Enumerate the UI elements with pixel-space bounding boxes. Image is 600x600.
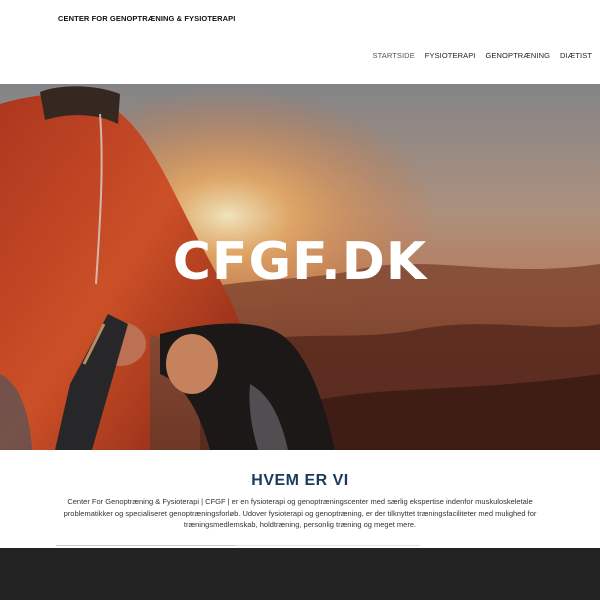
nav-item-fysioterapi[interactable]: FYSIOTERAPI [425,51,476,60]
about-text: Center For Genoptræning & Fysioterapi | … [63,497,537,529]
hero-title: CFGF.DK [172,232,428,292]
about-section: HVEM ER VI Center For Genoptræning & Fys… [0,450,600,548]
site-brand[interactable]: CENTER FOR GENOPTRÆNING & FYSIOTERAPI [58,14,235,23]
about-heading: HVEM ER VI [251,472,349,489]
footer-band [0,548,600,600]
hero-banner: CFGF.DK [0,84,600,450]
nav-item-diaetist[interactable]: DIÆTIST [560,51,592,60]
site-header: CENTER FOR GENOPTRÆNING & FYSIOTERAPI ST… [0,0,600,84]
main-nav: STARTSIDE FYSIOTERAPI GENOPTRÆNING DIÆTI… [373,51,593,60]
divider [236,545,420,546]
nav-item-genoptraening[interactable]: GENOPTRÆNING [486,51,551,60]
divider [56,545,236,546]
nav-item-startside[interactable]: STARTSIDE [373,51,415,60]
